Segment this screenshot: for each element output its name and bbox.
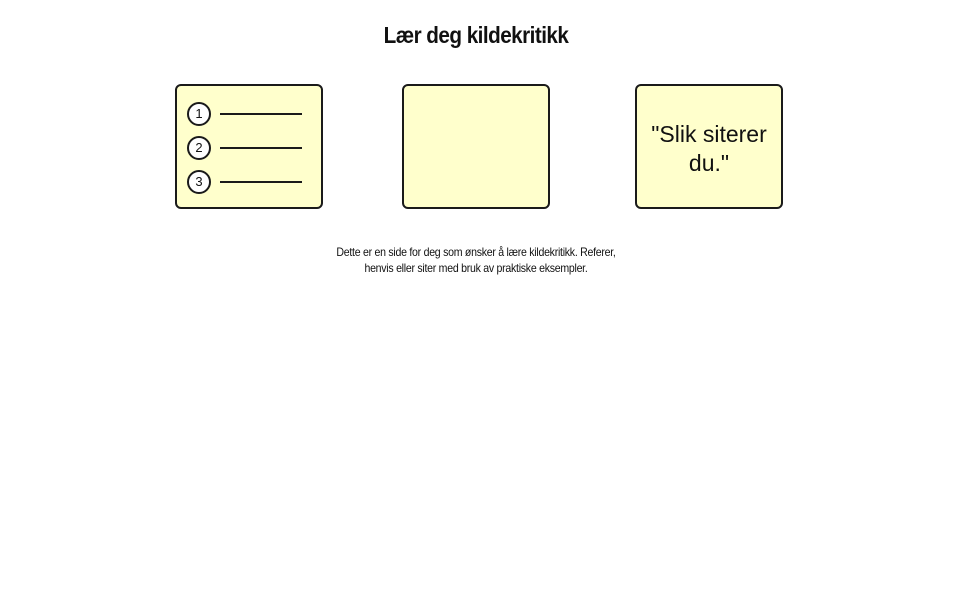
siter-card[interactable]: "Slik siterer du." — [635, 84, 783, 209]
page: Lær deg kildekritikk 1 2 3 "Slik siterer… — [0, 0, 960, 600]
number-circle: 1 — [187, 102, 211, 126]
description-line: henvis eller siter med bruk av praktiske… — [364, 261, 588, 275]
page-title: Lær deg kildekritikk — [383, 22, 569, 48]
list-row: 1 — [187, 102, 307, 126]
quote-line: "Slik siterer — [651, 121, 767, 147]
number-circle: 2 — [187, 136, 211, 160]
number-circle: 3 — [187, 170, 211, 194]
quote-text: "Slik siterer du." — [637, 120, 781, 178]
list-line — [220, 181, 302, 183]
list-line — [220, 147, 302, 149]
quote-line: du." — [688, 150, 730, 176]
description-line: Dette er en side for deg som ønsker å læ… — [336, 245, 616, 259]
list-row: 3 — [187, 170, 307, 194]
page-description: Dette er en side for deg som ønsker å læ… — [321, 244, 631, 276]
referer-card[interactable]: 1 2 3 — [175, 84, 323, 209]
list-row: 2 — [187, 136, 307, 160]
list-line — [220, 113, 302, 115]
henvis-card[interactable] — [402, 84, 550, 209]
